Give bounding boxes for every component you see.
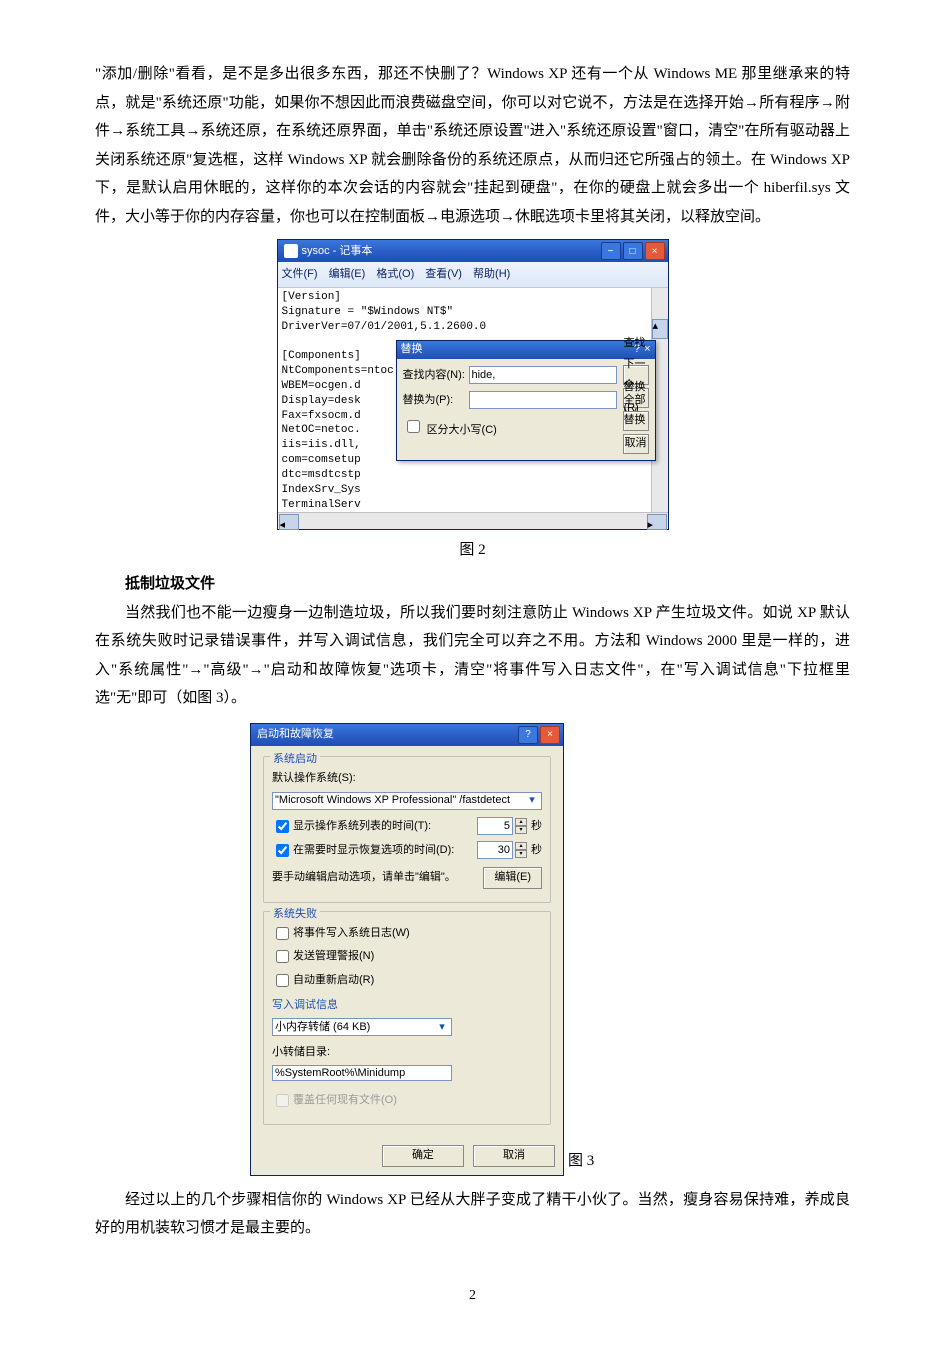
heading-resist-junk: 抵制垃圾文件 — [95, 570, 850, 599]
figure-2-caption: 图 2 — [95, 536, 850, 565]
write-log-label: 将事件写入系统日志(W) — [293, 923, 410, 944]
write-log-checkbox[interactable] — [276, 927, 289, 940]
replace-cancel-button[interactable]: 取消 — [623, 434, 649, 454]
cancel-button[interactable]: 取消 — [473, 1145, 555, 1167]
debug-info-label: 写入调试信息 — [272, 995, 542, 1016]
match-case-label: 区分大小写(C) — [427, 424, 497, 436]
notepad-window: sysoc - 记事本 − □ × 文件(F) 编辑(E) 格式(O) 查看(V… — [277, 239, 669, 530]
edit-button[interactable]: 编辑(E) — [483, 867, 542, 889]
replace-titlebar: 替换 ? × — [397, 341, 655, 359]
match-case-checkbox[interactable] — [407, 420, 420, 433]
figure-3: 启动和故障恢复 ? × 系统启动 默认操作系统(S): "Microsoft W… — [250, 723, 850, 1176]
dump-type-value: 小内存转储 (64 KB) — [275, 1017, 435, 1038]
system-failure-group: 系统失败 将事件写入系统日志(W) 发送管理警报(N) 自动重新启动(R) 写入… — [263, 911, 551, 1125]
system-startup-label: 系统启动 — [270, 749, 320, 770]
edit-boot-label: 要手动编辑启动选项，请单击"编辑"。 — [272, 867, 483, 888]
notepad-title-text: sysoc - 记事本 — [302, 241, 601, 262]
find-input[interactable] — [469, 366, 617, 384]
paragraph-1: "添加/删除"看看，是不是多出很多东西，那还不快删了？Windows XP 还有… — [95, 60, 850, 231]
menu-edit[interactable]: 编辑(E) — [329, 268, 366, 280]
replace-dialog: 替换 ? × 查找内容(N): 替换为(P): — [396, 340, 656, 461]
paragraph-3: 经过以上的几个步骤相信你的 Windows XP 已经从大胖子变成了精干小伙了。… — [95, 1186, 850, 1243]
auto-restart-label: 自动重新启动(R) — [293, 970, 374, 991]
maximize-icon[interactable]: □ — [623, 242, 643, 260]
notepad-menubar[interactable]: 文件(F) 编辑(E) 格式(O) 查看(V) 帮助(H) — [278, 262, 668, 288]
spinner-icon[interactable]: ▴▾ — [515, 818, 527, 834]
ok-button[interactable]: 确定 — [382, 1145, 464, 1167]
default-os-dropdown[interactable]: "Microsoft Windows XP Professional" /fas… — [272, 792, 542, 810]
os-list-seconds-input[interactable] — [477, 817, 513, 835]
scroll-left-icon[interactable]: ◂ — [279, 514, 299, 530]
show-recovery-checkbox[interactable] — [276, 844, 289, 857]
figure-3-caption: 图 3 — [568, 1147, 594, 1176]
close-icon[interactable]: × — [645, 242, 665, 260]
page-number: 2 — [95, 1283, 850, 1310]
dump-dir-label: 小转储目录: — [272, 1042, 542, 1063]
system-startup-group: 系统启动 默认操作系统(S): "Microsoft Windows XP Pr… — [263, 756, 551, 903]
prop-title-text: 启动和故障恢复 — [257, 724, 518, 745]
spinner-icon[interactable]: ▴▾ — [515, 842, 527, 858]
menu-file[interactable]: 文件(F) — [282, 268, 318, 280]
show-os-list-label: 显示操作系统列表的时间(T): — [293, 816, 477, 837]
overwrite-checkbox — [276, 1094, 289, 1107]
chevron-down-icon: ▾ — [525, 790, 539, 811]
chevron-down-icon: ▾ — [435, 1017, 449, 1038]
system-failure-label: 系统失败 — [270, 904, 320, 925]
startup-recovery-dialog: 启动和故障恢复 ? × 系统启动 默认操作系统(S): "Microsoft W… — [250, 723, 564, 1176]
menu-format[interactable]: 格式(O) — [376, 268, 414, 280]
seconds-unit: 秒 — [531, 840, 542, 861]
replace-title-text: 替换 — [401, 339, 634, 360]
scroll-up-icon[interactable]: ▴ — [652, 319, 668, 339]
overwrite-label: 覆盖任何现有文件(O) — [293, 1090, 397, 1111]
replace-input[interactable] — [469, 391, 617, 409]
prop-titlebar: 启动和故障恢复 ? × — [251, 724, 563, 746]
prop-close-icon[interactable]: × — [540, 726, 560, 744]
show-recovery-label: 在需要时显示恢复选项的时间(D): — [293, 840, 477, 861]
minimize-icon[interactable]: − — [601, 242, 621, 260]
dump-type-dropdown[interactable]: 小内存转储 (64 KB) ▾ — [272, 1018, 452, 1036]
replace-with-label: 替换为(P): — [403, 390, 469, 411]
scroll-right-icon[interactable]: ▸ — [647, 514, 667, 530]
prop-help-icon[interactable]: ? — [518, 726, 538, 744]
send-alert-label: 发送管理警报(N) — [293, 946, 374, 967]
replace-all-button[interactable]: 全部替换(A) — [623, 411, 649, 431]
paragraph-2: 当然我们也不能一边瘦身一边制造垃圾，所以我们要时刻注意防止 Windows XP… — [95, 599, 850, 713]
show-os-list-checkbox[interactable] — [276, 820, 289, 833]
send-alert-checkbox[interactable] — [276, 950, 289, 963]
dump-dir-input[interactable] — [272, 1065, 452, 1081]
figure-2: sysoc - 记事本 − □ × 文件(F) 编辑(E) 格式(O) 查看(V… — [277, 239, 669, 530]
recovery-seconds-input[interactable] — [477, 841, 513, 859]
default-os-value: "Microsoft Windows XP Professional" /fas… — [275, 790, 525, 811]
scrollbar-horizontal[interactable]: ◂ ▸ — [278, 512, 668, 529]
default-os-label: 默认操作系统(S): — [272, 768, 356, 789]
menu-view[interactable]: 查看(V) — [425, 268, 462, 280]
auto-restart-checkbox[interactable] — [276, 974, 289, 987]
find-label: 查找内容(N): — [403, 365, 469, 386]
notepad-icon — [284, 244, 298, 258]
notepad-titlebar: sysoc - 记事本 − □ × — [278, 240, 668, 262]
menu-help[interactable]: 帮助(H) — [473, 268, 510, 280]
seconds-unit: 秒 — [531, 816, 542, 837]
